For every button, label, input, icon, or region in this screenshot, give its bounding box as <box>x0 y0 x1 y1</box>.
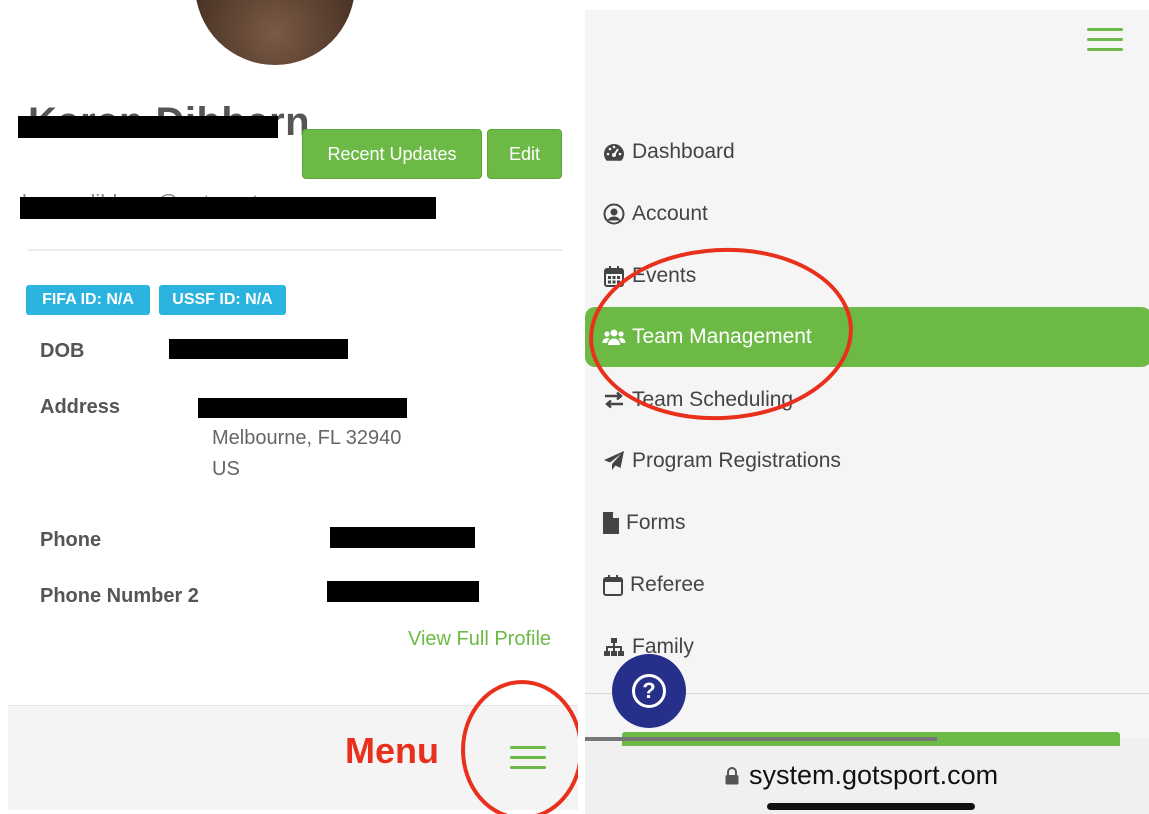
phone-label: Phone <box>40 529 102 551</box>
page-load-progress <box>585 737 937 741</box>
file-icon <box>602 512 620 534</box>
url-text: system.gotsport.com <box>749 760 999 790</box>
nav-item-label: Forms <box>626 511 686 534</box>
address-city: Melbourne, FL 32940 <box>212 427 402 449</box>
divider <box>28 249 562 251</box>
annotation-circle <box>461 680 578 814</box>
calendar-outline-icon <box>602 574 624 596</box>
recent-updates-button[interactable]: Recent Updates <box>302 129 482 179</box>
nav-drawer: Dashboard Account Events Team Management… <box>585 10 1149 814</box>
nav-item-label: Program Registrations <box>632 449 841 472</box>
redaction-bar <box>198 398 407 418</box>
edit-button[interactable]: Edit <box>487 129 562 179</box>
nav-item-label: Dashboard <box>632 140 735 163</box>
dashboard-icon <box>602 141 626 163</box>
nav-item-dashboard[interactable]: Dashboard <box>585 122 1149 182</box>
redaction-bar <box>18 116 278 138</box>
question-icon: ? <box>632 674 666 708</box>
address-country: US <box>212 458 240 480</box>
url-display[interactable]: system.gotsport.com <box>725 760 998 791</box>
user-circle-icon <box>602 203 626 225</box>
nav-item-program-registrations[interactable]: Program Registrations <box>585 431 1149 491</box>
avatar <box>195 0 355 65</box>
redaction-bar <box>169 339 348 359</box>
address-label: Address <box>40 396 121 418</box>
menu-icon[interactable] <box>1087 28 1123 52</box>
fifa-id-badge: FIFA ID: N/A <box>26 285 150 315</box>
ussf-id-badge: USSF ID: N/A <box>159 285 286 315</box>
nav-item-account[interactable]: Account <box>585 184 1149 244</box>
nav-item-label: Referee <box>630 573 705 596</box>
paper-plane-icon <box>602 450 626 472</box>
redaction-bar <box>20 197 436 219</box>
nav-item-forms[interactable]: Forms <box>585 493 1149 553</box>
nav-item-label: Account <box>632 202 708 225</box>
phone2-label: Phone Number 2 <box>40 585 199 607</box>
menu-annotation: Menu <box>345 730 439 771</box>
profile-panel: Karen Dibbern Recent Updates Edit karen.… <box>0 0 578 814</box>
redaction-bar <box>327 581 479 602</box>
dob-label: DOB <box>40 340 85 362</box>
redaction-bar <box>330 527 475 548</box>
view-full-profile-link[interactable]: View Full Profile <box>408 628 551 651</box>
lock-icon <box>725 766 739 785</box>
nav-item-referee[interactable]: Referee <box>585 555 1149 615</box>
help-button[interactable]: ? <box>612 654 686 728</box>
sitemap-icon <box>602 636 626 658</box>
home-indicator <box>767 803 975 810</box>
